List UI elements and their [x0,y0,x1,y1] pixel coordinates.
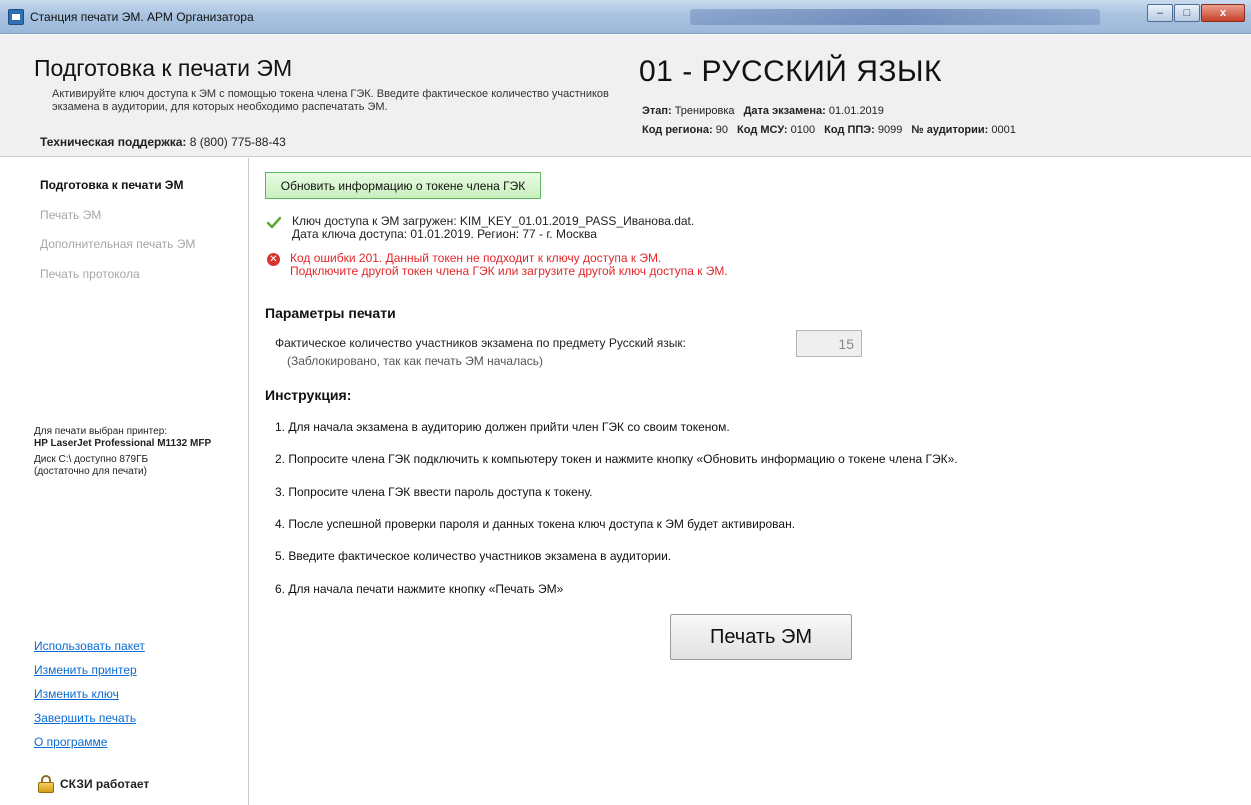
change-key-link[interactable]: Изменить ключ [34,687,145,711]
page-header: Подготовка к печати ЭМ Активируйте ключ … [0,35,1251,157]
support-info: Техническая поддержка: 8 (800) 775-88-43 [40,135,286,149]
exam-subject: 01 - РУССКИЙ ЯЗЫК [639,55,943,88]
participants-note: (Заблокировано, так как печать ЭМ начала… [287,354,543,368]
msu-label: Код МСУ: [737,124,788,136]
main-panel: Обновить информацию о токене члена ГЭК К… [250,158,1251,805]
participants-label: Фактическое количество участников экзаме… [275,336,686,350]
close-button[interactable]: x [1201,4,1245,22]
disk-status: (достаточно для печати) [34,466,147,477]
minimize-button[interactable]: – [1147,4,1173,22]
lock-icon [38,775,54,793]
taskbar-blur [690,9,1100,25]
instructions-title: Инструкция: [265,387,352,403]
nav-additional-print: Дополнительная печать ЭМ [40,237,196,251]
skzi-status-text: СКЗИ работает [60,777,150,791]
instruction-item: 2. Попросите члена ГЭК подключить к комп… [275,452,958,466]
participants-label-block: Фактическое количество участников экзаме… [275,334,686,370]
window-titlebar: Станция печати ЭМ. АРМ Организатора – □ … [0,0,1251,34]
key-loaded-status: Ключ доступа к ЭМ загружен: KIM_KEY_01.0… [267,215,694,241]
disk-space: Диск C:\ доступно 879ГБ [34,454,149,465]
check-icon [267,216,281,229]
support-label: Техническая поддержка: [40,135,187,149]
support-phone: 8 (800) 775-88-43 [189,135,286,149]
page-description: Активируйте ключ доступа к ЭМ с помощью … [52,88,609,113]
room-label: № аудитории: [911,124,989,136]
instruction-item: 1. Для начала экзамена в аудиторию долже… [275,420,730,434]
printer-app-icon [8,9,24,25]
nav-print-protocol: Печать протокола [40,267,140,281]
msu-value: 0100 [790,124,816,136]
exam-meta-line2: Код региона: 90 Код МСУ: 0100 Код ППЭ: 9… [642,124,1022,136]
ppe-label: Код ППЭ: [824,124,875,136]
ppe-value: 9099 [877,124,903,136]
room-value: 0001 [991,124,1016,136]
exam-date-label: Дата экзамена: [743,105,826,117]
printer-info: Для печати выбран принтер: HP LaserJet P… [34,426,211,450]
instruction-item: 6. Для начала печати нажмите кнопку «Печ… [275,582,564,596]
region-label: Код региона: [642,124,713,136]
change-printer-link[interactable]: Изменить принтер [34,663,145,687]
exam-date-value: 01.01.2019 [828,105,884,117]
maximize-button[interactable]: □ [1174,4,1200,22]
stage-value: Тренировка [674,105,735,117]
use-package-link[interactable]: Использовать пакет [34,639,145,663]
nav-print: Печать ЭМ [40,208,102,222]
instruction-item: 3. Попросите члена ГЭК ввести пароль дос… [275,485,593,499]
print-params-title: Параметры печати [265,305,396,321]
exam-meta-line1: Этап: Тренировка Дата экзамена: 01.01.20… [642,105,890,117]
sidebar: Подготовка к печати ЭМ Печать ЭМ Дополни… [0,158,249,805]
participants-count-field: 15 [796,330,862,357]
about-link[interactable]: О программе [34,735,145,759]
stage-label: Этап: [642,105,672,117]
finish-print-link[interactable]: Завершить печать [34,711,145,735]
region-value: 90 [715,124,728,136]
sidebar-links: Использовать пакет Изменить принтер Изме… [34,639,145,759]
error-icon: ✕ [267,253,280,266]
token-error-status: ✕ Код ошибки 201. Данный токен не подход… [267,252,728,278]
print-em-button[interactable]: Печать ЭМ [670,614,852,660]
nav-prepare-print[interactable]: Подготовка к печати ЭМ [40,178,183,192]
instruction-item: 4. После успешной проверки пароля и данн… [275,517,796,531]
refresh-token-button[interactable]: Обновить информацию о токене члена ГЭК [265,172,541,199]
token-error-line2: Подключите другой токен члена ГЭК или за… [290,264,728,278]
instruction-item: 5. Введите фактическое количество участн… [275,549,672,563]
printer-name: HP LaserJet Professional M1132 MFP [34,438,212,449]
printer-label: Для печати выбран принтер: [34,426,168,437]
page-title: Подготовка к печати ЭМ [34,55,293,81]
disk-info: Диск C:\ доступно 879ГБ (достаточно для … [34,454,148,478]
window-title: Станция печати ЭМ. АРМ Организатора [30,10,254,24]
window-controls: – □ x [1146,4,1245,22]
skzi-status: СКЗИ работает [38,775,149,793]
key-loaded-line2: Дата ключа доступа: 01.01.2019. Регион: … [292,227,597,241]
